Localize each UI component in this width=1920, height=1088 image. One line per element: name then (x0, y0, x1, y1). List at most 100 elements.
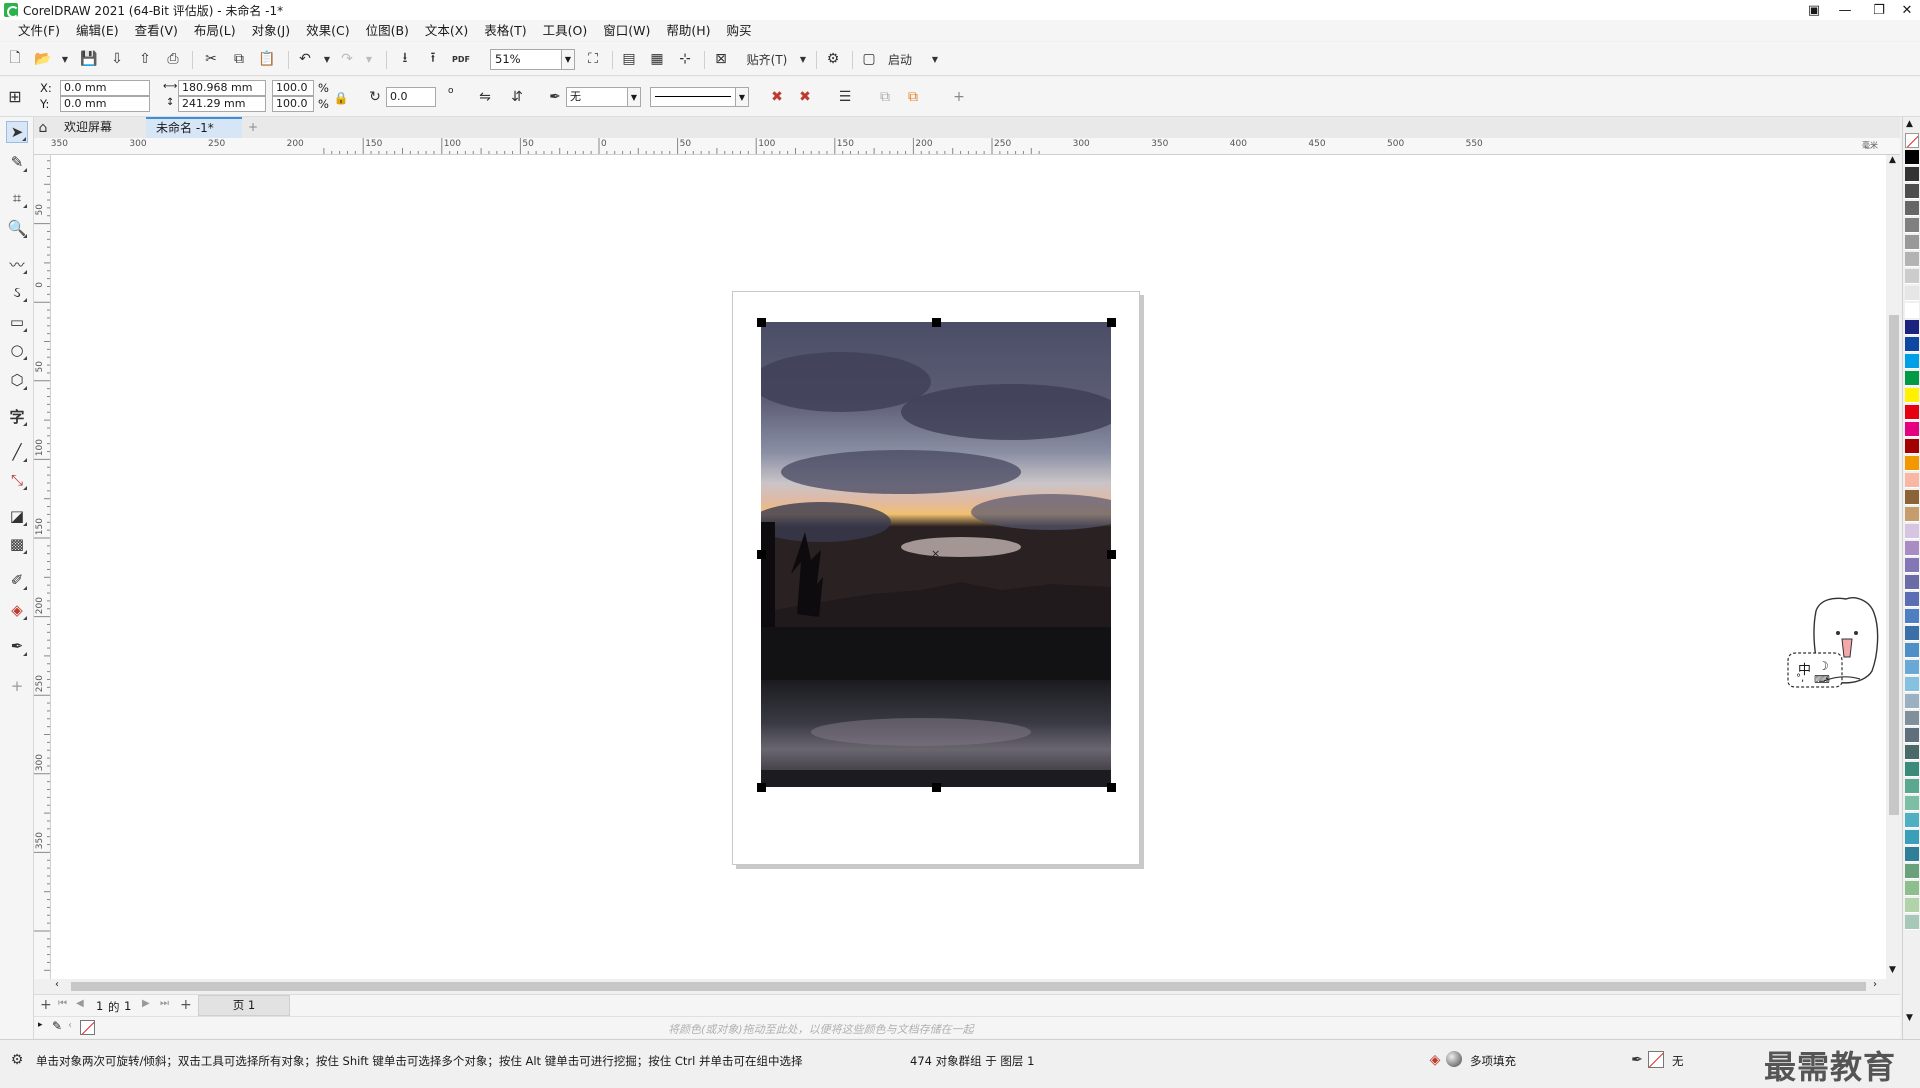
new-tab-button[interactable]: + (244, 117, 264, 138)
vertical-scrollbar[interactable]: ▲ ▼ (1886, 155, 1902, 979)
mirror-vertical-icon[interactable]: ⇵ (508, 88, 526, 106)
add-page-after-icon[interactable]: + (180, 997, 192, 1013)
close-button[interactable]: ✕ (1894, 0, 1920, 20)
palette-swatch[interactable] (1905, 558, 1919, 573)
eyedropper-tool-icon[interactable]: ✐ (6, 569, 28, 591)
first-page-icon[interactable]: ⏮ (58, 998, 67, 1009)
polygon-tool-icon[interactable]: ⬡ (6, 369, 28, 391)
y-position-input[interactable]: 0.0 mm (60, 96, 150, 112)
selection-handle-top-left[interactable] (757, 318, 766, 327)
snap-off-icon[interactable]: ⊠ (712, 50, 730, 68)
palette-swatch[interactable] (1905, 796, 1919, 811)
horizontal-scrollbar[interactable]: ‹ › (51, 979, 1886, 994)
pick-tool-icon[interactable]: ➤ (6, 121, 28, 143)
ime-halfwidth-icon[interactable]: ☽ (1818, 659, 1829, 673)
rotation-center-icon[interactable]: × (931, 547, 940, 560)
fill-swatch-icon[interactable] (1446, 1051, 1462, 1067)
show-guidelines-icon[interactable]: ⊹ (676, 50, 694, 68)
page-tab-1[interactable]: 页 1 (198, 995, 290, 1016)
palette-swatch[interactable] (1905, 609, 1919, 624)
scroll-up-arrow-icon[interactable]: ▲ (1889, 155, 1896, 165)
launch-dropdown-icon[interactable]: ▼ (926, 50, 944, 68)
palette-scroll-up-icon[interactable]: ▲ (1906, 119, 1913, 129)
fill-indicator-icon[interactable]: ◈ (1426, 1051, 1444, 1069)
palette-swatch[interactable] (1905, 762, 1919, 777)
menu-buy[interactable]: 购买 (719, 20, 760, 41)
scale-width-input[interactable]: 100.0 (272, 80, 314, 96)
zoom-dropdown-icon[interactable]: ▼ (561, 49, 575, 70)
document-palette-left-icon[interactable]: ‹ (68, 1020, 72, 1031)
document-palette-eyedropper-icon[interactable]: ✎ (52, 1019, 62, 1033)
add-page-before-icon[interactable]: + (40, 997, 52, 1013)
menu-file[interactable]: 文件(F) (10, 20, 68, 41)
palette-swatch[interactable] (1905, 456, 1919, 471)
freehand-tool-icon[interactable]: 〰 (6, 253, 28, 275)
palette-swatch[interactable] (1905, 524, 1919, 539)
palette-swatch[interactable] (1905, 813, 1919, 828)
outline-none-swatch[interactable] (1648, 1051, 1664, 1068)
palette-swatch[interactable] (1905, 779, 1919, 794)
interactive-fill-tool-icon[interactable]: ◈ (6, 599, 28, 621)
palette-swatch[interactable] (1905, 541, 1919, 556)
last-page-icon[interactable]: ⏭ (160, 998, 169, 1009)
palette-swatch[interactable] (1905, 320, 1919, 335)
palette-swatch[interactable] (1905, 592, 1919, 607)
palette-swatch[interactable] (1905, 218, 1919, 233)
snap-to-menu[interactable]: 贴齐(T) (744, 50, 790, 68)
scroll-right-arrow-icon[interactable]: › (1873, 979, 1877, 990)
tab-document[interactable]: 未命名 -1* (146, 117, 242, 138)
redo-icon[interactable]: ↷ (338, 50, 356, 68)
palette-swatch[interactable] (1905, 388, 1919, 403)
palette-swatch[interactable] (1905, 575, 1919, 590)
line-style-select[interactable] (650, 87, 736, 107)
height-input[interactable]: 241.29 mm (178, 96, 266, 112)
menu-view[interactable]: 查看(V) (127, 20, 186, 41)
scale-height-input[interactable]: 100.0 (272, 96, 314, 112)
palette-swatch[interactable] (1905, 490, 1919, 505)
rotation-angle-input[interactable]: 0.0 (386, 87, 436, 107)
horizontal-ruler[interactable]: 350 300 250 200 150 100 50 0 50 100 150 200 250 300 35… (34, 138, 1900, 155)
restore-button[interactable]: ❐ (1866, 0, 1892, 20)
open-folder-icon[interactable]: 📂 (34, 50, 52, 68)
palette-swatch[interactable] (1905, 915, 1919, 930)
menu-effects[interactable]: 效果(C) (298, 20, 357, 41)
tab-welcome-screen[interactable]: 欢迎屏幕 (54, 117, 158, 138)
crop-tool-icon[interactable]: ⌗ (6, 187, 28, 209)
zoom-to-page-icon[interactable]: ⛶ (584, 50, 602, 68)
palette-swatch[interactable] (1905, 745, 1919, 760)
palette-swatch[interactable] (1905, 728, 1919, 743)
palette-swatch[interactable] (1905, 864, 1919, 879)
zoom-level-input[interactable]: 51% (490, 49, 562, 70)
cloud-download-icon[interactable]: ⇩ (108, 50, 126, 68)
selection-handle-left[interactable] (757, 550, 766, 559)
palette-swatch[interactable] (1905, 201, 1919, 216)
rectangle-tool-icon[interactable]: ▭ (6, 311, 28, 333)
export-icon[interactable]: ⭱ (424, 50, 442, 68)
palette-swatch[interactable] (1905, 473, 1919, 488)
drawing-canvas[interactable]: × 中 ☽ °, ⌨ (51, 155, 1886, 979)
palette-swatch[interactable] (1905, 830, 1919, 845)
palette-swatch[interactable] (1905, 354, 1919, 369)
outline-pen-icon[interactable]: ✒ (546, 88, 564, 106)
scroll-left-arrow-icon[interactable]: ‹ (55, 979, 59, 990)
save-icon[interactable]: 💾 (80, 50, 98, 68)
break-curve-icon[interactable]: ✖ (768, 88, 786, 106)
copy-icon[interactable]: ⧉ (230, 50, 248, 68)
minimize-button[interactable]: — (1832, 0, 1858, 20)
redo-dropdown-icon[interactable]: ▼ (360, 50, 378, 68)
show-grid-icon[interactable]: ▦ (648, 50, 666, 68)
palette-swatch[interactable] (1905, 643, 1919, 658)
palette-swatch[interactable] (1905, 677, 1919, 692)
ime-punctuation-icon[interactable]: °, (1796, 673, 1804, 684)
new-document-icon[interactable]: 🗋 (6, 50, 24, 68)
palette-swatch[interactable] (1905, 711, 1919, 726)
palette-swatch[interactable] (1905, 286, 1919, 301)
palette-swatch[interactable] (1905, 898, 1919, 913)
text-tool-icon[interactable]: 字 (6, 405, 28, 427)
zoom-tool-icon[interactable]: 🔍 (6, 217, 28, 239)
menu-window[interactable]: 窗口(W) (595, 20, 658, 41)
add-property-icon[interactable]: + (950, 88, 968, 106)
selection-handle-bottom-left[interactable] (757, 783, 766, 792)
x-position-input[interactable]: 0.0 mm (60, 80, 150, 96)
palette-scroll-down-icon[interactable]: ▼ (1906, 1013, 1913, 1023)
